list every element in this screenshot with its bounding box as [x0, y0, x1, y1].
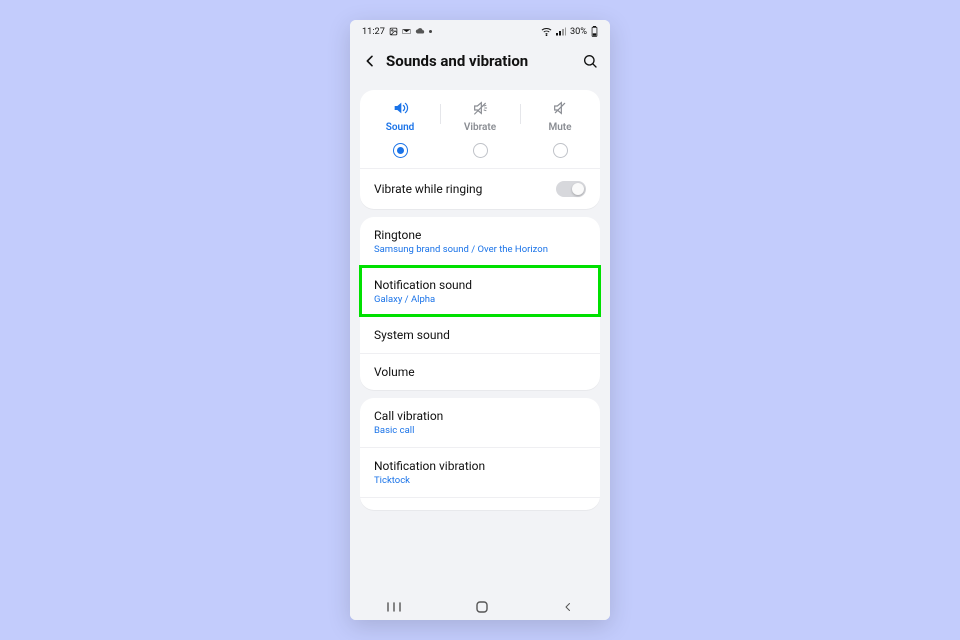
search-icon: [582, 53, 598, 69]
radio-vibrate[interactable]: [473, 143, 488, 158]
ringtone-sub: Samsung brand sound / Over the Horizon: [374, 244, 586, 255]
image-icon: [389, 27, 398, 36]
system-sound-item[interactable]: System sound: [360, 316, 600, 353]
status-left: 11:27: [362, 26, 432, 37]
titlebar: Sounds and vibration: [350, 42, 610, 82]
battery-icon: [591, 26, 598, 37]
system-sound-title: System sound: [374, 328, 586, 342]
vibrate-icon: [471, 100, 489, 116]
sound-mode-selector: Sound Vibrate Mute: [360, 90, 600, 168]
sounds-group: Ringtone Samsung brand sound / Over the …: [360, 217, 600, 390]
mode-vibrate[interactable]: Vibrate: [440, 100, 520, 158]
ringtone-title: Ringtone: [374, 228, 586, 242]
notification-vibration-sub: Ticktock: [374, 475, 586, 486]
volume-title: Volume: [374, 365, 586, 379]
nav-back[interactable]: [562, 601, 574, 613]
call-vibration-title: Call vibration: [374, 409, 586, 423]
search-button[interactable]: [582, 53, 598, 69]
recents-icon: [386, 601, 402, 613]
mail-icon: [402, 27, 411, 36]
status-bar: 11:27 30%: [350, 20, 610, 42]
more-dot-icon: [429, 30, 432, 33]
mode-label: Mute: [548, 122, 571, 133]
mode-label: Vibrate: [464, 122, 496, 133]
notification-vibration-item[interactable]: Notification vibration Ticktock: [360, 447, 600, 497]
signal-icon: [556, 27, 566, 36]
nav-recents[interactable]: [386, 601, 402, 613]
cutoff-item[interactable]: •: [360, 497, 600, 510]
call-vibration-sub: Basic call: [374, 425, 586, 436]
sound-mode-card: Sound Vibrate Mute Vibrate while ringing: [360, 90, 600, 209]
call-vibration-item[interactable]: Call vibration Basic call: [360, 398, 600, 447]
mute-icon: [551, 100, 569, 116]
radio-sound[interactable]: [393, 143, 408, 158]
notification-vibration-title: Notification vibration: [374, 459, 586, 473]
home-icon: [475, 600, 489, 614]
radio-mute[interactable]: [553, 143, 568, 158]
volume-item[interactable]: Volume: [360, 353, 600, 390]
vibration-group: Call vibration Basic call Notification v…: [360, 398, 600, 510]
mode-sound[interactable]: Sound: [360, 100, 440, 158]
ringtone-item[interactable]: Ringtone Samsung brand sound / Over the …: [360, 217, 600, 266]
sound-icon: [391, 100, 409, 116]
page-title: Sounds and vibration: [386, 52, 574, 70]
cloud-icon: [415, 27, 425, 35]
back-button[interactable]: [362, 53, 378, 69]
mode-mute[interactable]: Mute: [520, 100, 600, 158]
mode-label: Sound: [386, 122, 415, 133]
nav-home[interactable]: [475, 600, 489, 614]
vibrate-while-ringing-toggle[interactable]: [556, 181, 586, 197]
vibrate-while-ringing-row[interactable]: Vibrate while ringing: [360, 168, 600, 209]
notification-sound-item[interactable]: Notification sound Galaxy / Alpha: [360, 266, 600, 316]
notification-sound-sub: Galaxy / Alpha: [374, 294, 586, 305]
wifi-icon: [541, 27, 552, 36]
phone-frame: 11:27 30% Sounds and vibration Sound: [350, 20, 610, 620]
notification-sound-title: Notification sound: [374, 278, 586, 292]
status-time: 11:27: [362, 26, 385, 37]
vibrate-while-ringing-label: Vibrate while ringing: [374, 182, 482, 196]
back-icon: [562, 601, 574, 613]
android-nav-bar: [350, 594, 610, 620]
status-right: 30%: [541, 26, 598, 37]
status-battery-pct: 30%: [570, 26, 587, 37]
chevron-left-icon: [362, 53, 378, 69]
